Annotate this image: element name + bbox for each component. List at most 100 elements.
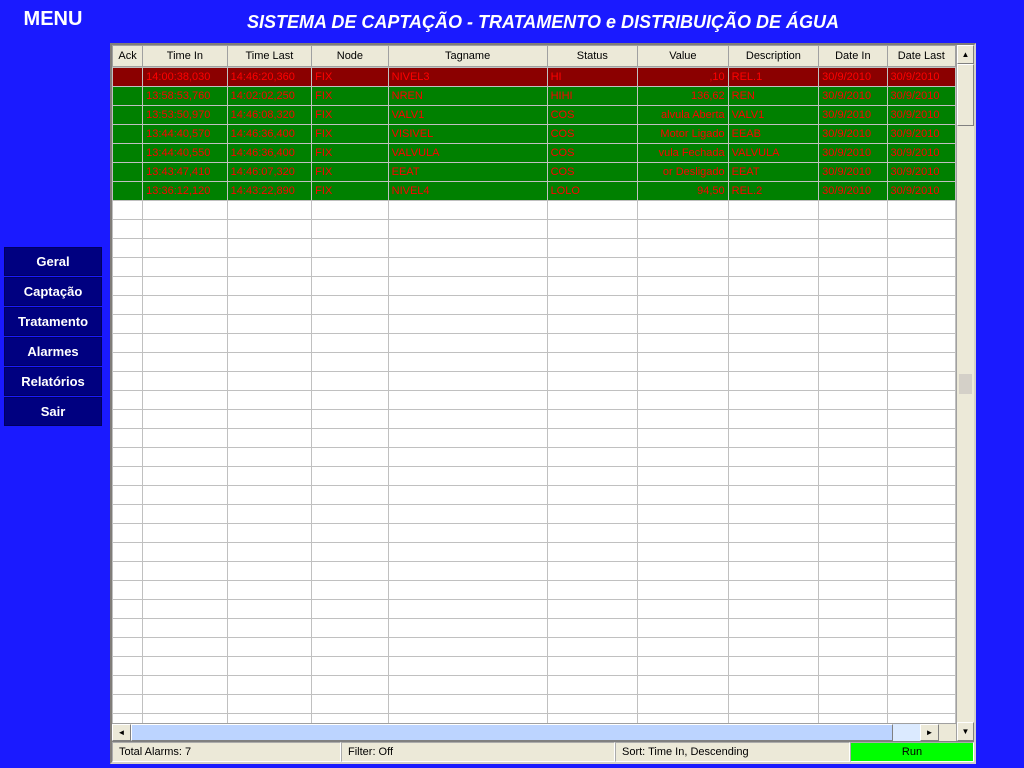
status-run[interactable]: Run (850, 742, 974, 762)
table-row[interactable] (113, 353, 956, 372)
cell-timein: 13:58:53,760 (143, 87, 228, 106)
cell-tag: VALV1 (388, 106, 547, 125)
table-row[interactable] (113, 600, 956, 619)
column-header[interactable]: Value (638, 46, 729, 67)
cell-datelast: 30/9/2010 (887, 144, 955, 163)
scroll-right-arrow-icon[interactable]: ► (920, 724, 939, 741)
cell-tag: NIVEL4 (388, 182, 547, 201)
table-row[interactable] (113, 296, 956, 315)
column-header[interactable]: Time In (143, 46, 228, 67)
table-row[interactable] (113, 258, 956, 277)
cell-timein: 13:36:12,120 (143, 182, 228, 201)
column-header[interactable]: Date Last (887, 46, 955, 67)
table-row[interactable] (113, 581, 956, 600)
cell-node: FIX (312, 182, 388, 201)
column-header[interactable]: Description (728, 46, 819, 67)
cell-datein: 30/9/2010 (819, 163, 887, 182)
cell-node: FIX (312, 144, 388, 163)
status-sort: Sort: Time In, Descending (615, 742, 850, 762)
table-row[interactable] (113, 467, 956, 486)
cell-datelast: 30/9/2010 (887, 106, 955, 125)
cell-node: FIX (312, 106, 388, 125)
table-row[interactable] (113, 524, 956, 543)
table-row[interactable] (113, 201, 956, 220)
cell-value: 136,62 (638, 87, 729, 106)
table-row[interactable] (113, 315, 956, 334)
cell-datein: 30/9/2010 (819, 87, 887, 106)
cell-value: ,10 (638, 68, 729, 87)
table-row[interactable] (113, 486, 956, 505)
table-row[interactable] (113, 638, 956, 657)
alarm-panel: AckTime InTime LastNodeTagnameStatusValu… (110, 43, 976, 764)
table-row[interactable]: 13:58:53,76014:02:02,250FIXNRENHIHI136,6… (113, 87, 956, 106)
cell-desc: REL.2 (728, 182, 819, 201)
table-row[interactable] (113, 220, 956, 239)
vertical-scrollbar[interactable]: ▲ ▼ (956, 45, 974, 741)
cell-timelast: 14:46:20,360 (227, 68, 312, 87)
cell-timein: 13:44:40,570 (143, 125, 228, 144)
table-row[interactable] (113, 714, 956, 724)
column-header[interactable]: Tagname (388, 46, 547, 67)
scroll-left-arrow-icon[interactable]: ◄ (112, 724, 131, 741)
menu-button-geral[interactable]: Geral (4, 247, 102, 276)
table-row[interactable] (113, 429, 956, 448)
table-row[interactable] (113, 657, 956, 676)
cell-tag: VALVULA (388, 144, 547, 163)
cell-desc: VALV1 (728, 106, 819, 125)
cell-timein: 13:43:47,410 (143, 163, 228, 182)
scroll-up-arrow-icon[interactable]: ▲ (957, 45, 974, 64)
table-row[interactable]: 13:43:47,41014:46:07,320FIXEEATCOSor Des… (113, 163, 956, 182)
table-row[interactable]: 14:00:38,03014:46:20,360FIXNIVEL3HI,10RE… (113, 68, 956, 87)
table-row[interactable]: 13:44:40,55014:46:36,400FIXVALVULACOSvul… (113, 144, 956, 163)
table-row[interactable] (113, 334, 956, 353)
horizontal-scrollbar[interactable]: ◄ ► (112, 723, 956, 741)
table-row[interactable]: 13:36:12,12014:43:22,890FIXNIVEL4LOLO94,… (113, 182, 956, 201)
cell-datelast: 30/9/2010 (887, 182, 955, 201)
cell-tag: VISIVEL (388, 125, 547, 144)
cell-timelast: 14:43:22,890 (227, 182, 312, 201)
column-header[interactable]: Ack (113, 46, 143, 67)
table-row[interactable]: 13:44:40,57014:46:36,400FIXVISIVELCOSMot… (113, 125, 956, 144)
table-row[interactable] (113, 391, 956, 410)
cell-ack (113, 125, 143, 144)
table-row[interactable] (113, 619, 956, 638)
menu-button-captação[interactable]: Captação (4, 277, 102, 306)
cell-ack (113, 87, 143, 106)
table-row[interactable] (113, 239, 956, 258)
cell-datein: 30/9/2010 (819, 144, 887, 163)
table-row[interactable] (113, 543, 956, 562)
table-row[interactable] (113, 410, 956, 429)
cell-timelast: 14:46:36,400 (227, 144, 312, 163)
cell-value: 94,50 (638, 182, 729, 201)
cell-ack (113, 68, 143, 87)
table-row[interactable] (113, 505, 956, 524)
column-header[interactable]: Status (547, 46, 638, 67)
column-header[interactable]: Time Last (227, 46, 312, 67)
scroll-down-arrow-icon[interactable]: ▼ (957, 722, 974, 741)
table-row[interactable] (113, 695, 956, 714)
table-row[interactable] (113, 562, 956, 581)
menu-button-relatórios[interactable]: Relatórios (4, 367, 102, 396)
table-row[interactable]: 13:53:50,97014:46:08,320FIXVALV1COSalvul… (113, 106, 956, 125)
table-row[interactable] (113, 372, 956, 391)
menu-button-tratamento[interactable]: Tratamento (4, 307, 102, 336)
hscroll-thumb[interactable] (131, 724, 893, 741)
cell-datelast: 30/9/2010 (887, 125, 955, 144)
column-header[interactable]: Date In (819, 46, 887, 67)
table-row[interactable] (113, 277, 956, 296)
vscroll-track[interactable] (957, 64, 974, 722)
column-header[interactable]: Node (312, 46, 388, 67)
vscroll-thumb[interactable] (957, 64, 974, 126)
cell-tag: EEAT (388, 163, 547, 182)
cell-node: FIX (312, 68, 388, 87)
cell-datein: 30/9/2010 (819, 106, 887, 125)
table-row[interactable] (113, 448, 956, 467)
table-row[interactable] (113, 676, 956, 695)
status-total-alarms: Total Alarms: 7 (112, 742, 341, 762)
cell-node: FIX (312, 163, 388, 182)
hscroll-track[interactable] (131, 724, 920, 741)
cell-timelast: 14:02:02,250 (227, 87, 312, 106)
alarm-table: AckTime InTime LastNodeTagnameStatusValu… (112, 45, 956, 67)
menu-button-alarmes[interactable]: Alarmes (4, 337, 102, 366)
menu-button-sair[interactable]: Sair (4, 397, 102, 426)
